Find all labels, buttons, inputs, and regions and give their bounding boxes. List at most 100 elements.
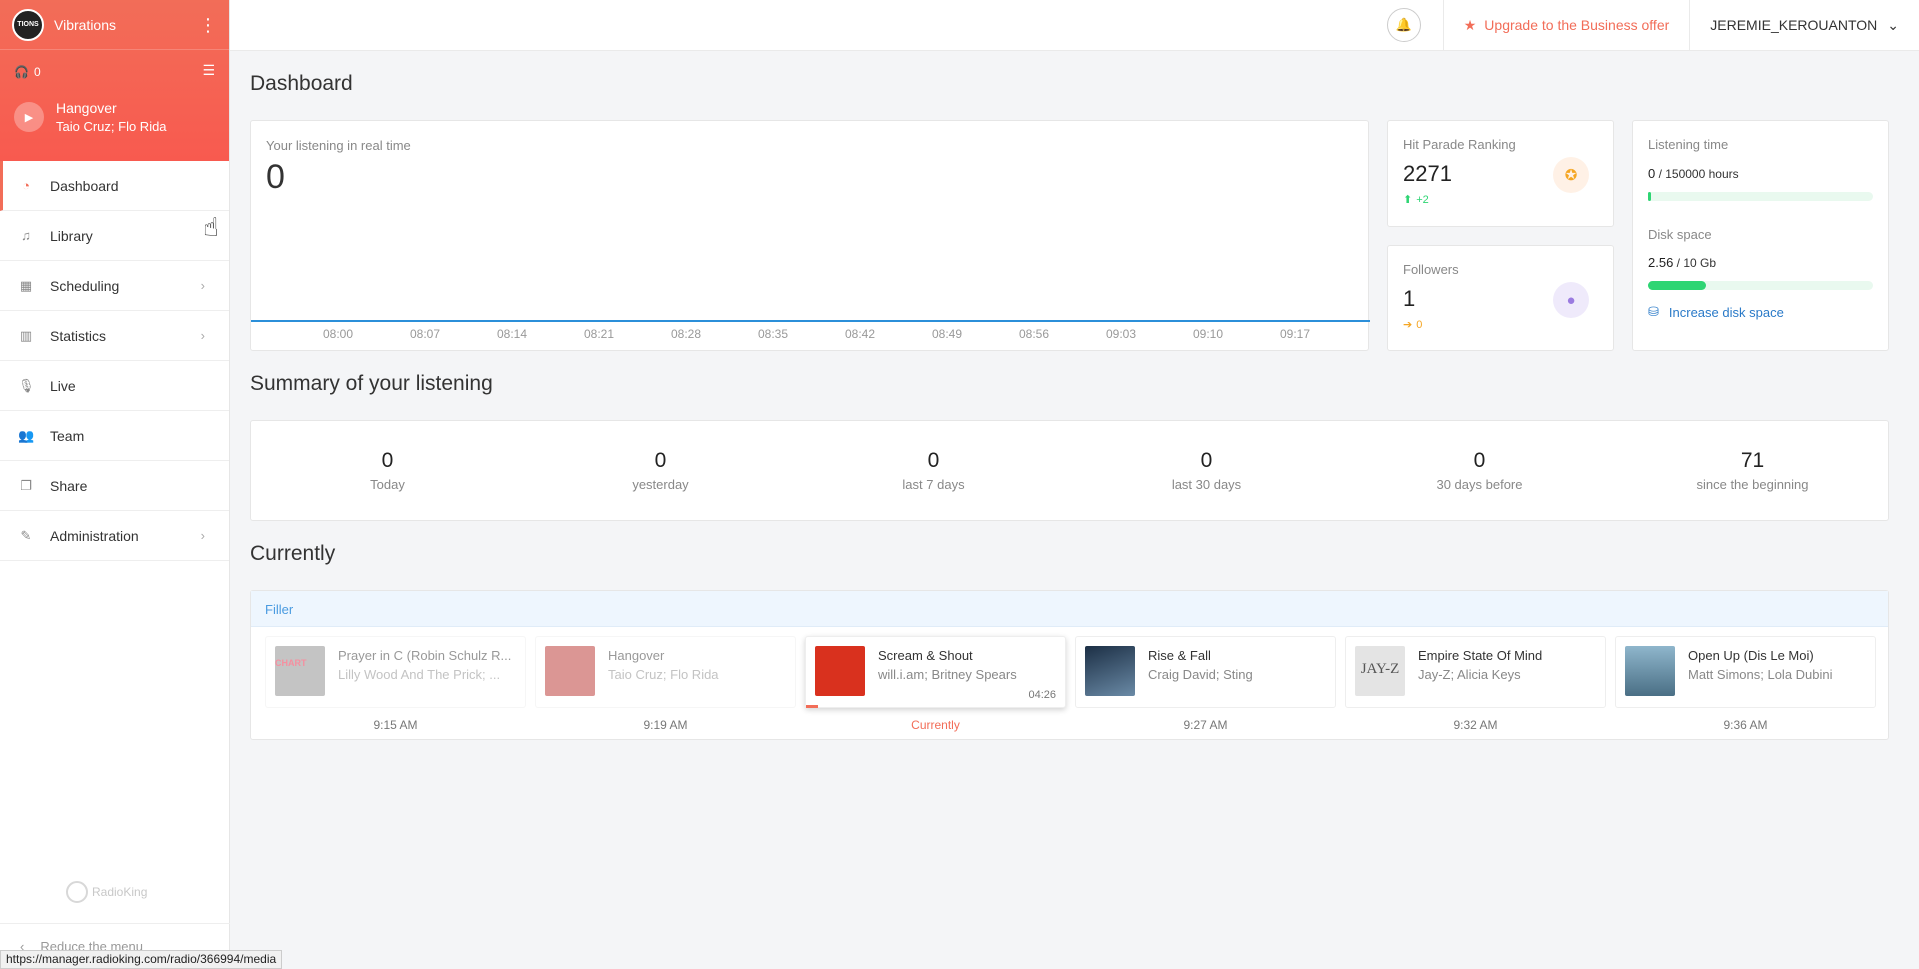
track-artist: Matt Simons; Lola Dubini (1688, 667, 1833, 682)
track-title: Prayer in C (Robin Schulz R... (338, 648, 512, 663)
track-card-current[interactable]: Scream & Shout will.i.am; Britney Spears… (805, 636, 1066, 708)
sidebar-item-share[interactable]: ❐ Share (0, 461, 229, 511)
hit-parade-delta-value: +2 (1416, 193, 1429, 206)
track-time: 9:15 AM (373, 718, 418, 732)
summary-card: 0 Today 0 yesterday 0 last 7 days 0 last… (250, 420, 1889, 521)
realtime-listening-card: Your listening in real time 0 08:00 08:07… (250, 120, 1370, 351)
user-icon: ● (1553, 282, 1589, 318)
data-point (511, 320, 513, 322)
listening-time-bar (1648, 192, 1873, 201)
calendar-icon: ▦ (19, 277, 33, 293)
summary-value: 0 (1200, 449, 1213, 472)
data-point (1294, 320, 1296, 322)
upgrade-button[interactable]: ★ Upgrade to the Business offer (1444, 17, 1690, 34)
summary-label: last 7 days (902, 477, 965, 492)
hand-cursor-icon: ☝ (203, 212, 219, 242)
x-tick-label: 08:56 (1019, 327, 1049, 341)
data-point (772, 320, 774, 322)
bell-icon[interactable]: 🔔 (1386, 8, 1421, 42)
track-card[interactable]: Hangover Taio Cruz; Flo Rida (535, 636, 796, 708)
data-point (859, 320, 861, 322)
track-title: Scream & Shout (878, 648, 973, 663)
track-card[interactable]: JAY-Z Empire State Of Mind Jay-Z; Alicia… (1345, 636, 1606, 708)
summary-since-beginning: 71 since the beginning (1616, 449, 1889, 492)
x-tick-label: 08:35 (758, 327, 788, 341)
upgrade-label: Upgrade to the Business offer (1484, 17, 1670, 33)
track-title: Empire State Of Mind (1418, 648, 1543, 663)
data-point (337, 320, 339, 322)
share-icon: ❐ (20, 477, 32, 493)
user-menu[interactable]: JEREMIE_KEROUANTON ⌄ (1690, 17, 1919, 34)
summary-label: 30 days before (1436, 477, 1523, 492)
track-card[interactable]: Rise & Fall Craig David; Sting (1075, 636, 1336, 708)
currently-title: Currently (250, 542, 336, 565)
sidebar-item-label: Statistics (50, 327, 107, 344)
sidebar-item-label: Administration (50, 527, 139, 544)
chevron-right-icon: › (200, 528, 205, 543)
data-point (1207, 320, 1209, 322)
listener-count: 🎧 0 (14, 65, 41, 79)
dashboard-icon: ◔ (22, 178, 30, 193)
users-icon: 👥 (18, 427, 35, 443)
queue-list-icon[interactable]: ☰ (202, 62, 215, 79)
status-bar-url: https://manager.radioking.com/radio/3669… (0, 950, 283, 969)
chevron-down-icon: ⌄ (1887, 16, 1899, 33)
top-bar: 🔔 ★ Upgrade to the Business offer JEREMI… (230, 0, 1919, 51)
track-card[interactable]: CHART Prayer in C (Robin Schulz R... Lil… (265, 636, 526, 708)
sidebar-item-label: Team (50, 427, 85, 444)
disk-space-bar-fill (1648, 281, 1706, 290)
chevron-right-icon: › (200, 328, 205, 343)
disk-space-bar (1648, 281, 1873, 290)
hit-parade-delta: ⬆ +2 (1403, 193, 1429, 207)
summary-value: 0 (654, 449, 667, 472)
playlist-name[interactable]: Filler (251, 591, 1888, 627)
x-tick-label: 08:49 (932, 327, 962, 341)
sidebar-item-scheduling[interactable]: ▦ Scheduling › (0, 261, 229, 311)
listening-total: / 150000 hours (1655, 167, 1739, 181)
summary-value: 71 (1740, 449, 1765, 472)
hit-parade-card: Hit Parade Ranking 2271 ⬆ +2 ✪ (1387, 120, 1614, 227)
x-tick-label: 09:17 (1280, 327, 1310, 341)
sidebar-item-label: Live (50, 377, 76, 394)
track-time: 9:36 AM (1723, 718, 1768, 732)
sidebar-item-label: Library (50, 227, 93, 244)
track-time: Currently (911, 718, 960, 732)
followers-delta: ➔ 0 (1403, 318, 1423, 332)
sidebar-header: TIONS Vibrations ⋮ 🎧 0 ☰ ▶ Hangover Taio… (0, 0, 229, 161)
sidebar-item-live[interactable]: 🎙 Live (0, 361, 229, 411)
summary-label: since the beginning (1696, 477, 1809, 492)
track-time: 9:32 AM (1453, 718, 1498, 732)
microphone-icon: 🎙 (18, 377, 35, 393)
increase-disk-space-link[interactable]: ⛁ Increase disk space (1648, 304, 1784, 320)
sidebar-item-administration[interactable]: ✎ Administration › (0, 511, 229, 561)
sidebar-item-library[interactable]: ♫ Library (0, 211, 229, 261)
sidebar-item-label: Share (50, 477, 88, 494)
track-card[interactable]: Open Up (Dis Le Moi) Matt Simons; Lola D… (1615, 636, 1876, 708)
sidebar-item-dashboard[interactable]: ◔ Dashboard (0, 161, 229, 211)
track-artist: Lilly Wood And The Prick; ... (338, 667, 501, 682)
hit-parade-title: Hit Parade Ranking (1403, 137, 1516, 152)
now-playing: ▶ Hangover Taio Cruz; Flo Rida (14, 100, 167, 134)
listening-time-title: Listening time (1648, 137, 1729, 152)
summary-label: Today (370, 477, 405, 492)
more-vertical-icon[interactable]: ⋮ (199, 16, 217, 34)
x-tick-label: 08:00 (323, 327, 353, 341)
sidebar-item-team[interactable]: 👥 Team (0, 411, 229, 461)
summary-30-days-before: 0 30 days before (1343, 449, 1616, 492)
followers-delta-value: 0 (1416, 318, 1423, 331)
play-icon[interactable]: ▶ (14, 102, 44, 132)
star-icon: ★ (1463, 16, 1477, 33)
summary-today: 0 Today (251, 449, 524, 492)
data-point (1120, 320, 1122, 322)
radio-selector[interactable]: TIONS Vibrations ⋮ (0, 0, 229, 50)
sidebar-item-statistics[interactable]: ▥ Statistics › (0, 311, 229, 361)
headphones-icon: 🎧 (14, 65, 29, 79)
track-artist: Taio Cruz; Flo Rida (608, 667, 719, 682)
arrow-right-circle-icon: ➔ (1403, 319, 1413, 331)
listener-count-value: 0 (33, 65, 41, 79)
track-time: 9:27 AM (1183, 718, 1228, 732)
x-tick-label: 08:07 (410, 327, 440, 341)
x-tick-label: 09:03 (1106, 327, 1136, 341)
followers-value: 1 (1403, 286, 1416, 311)
increase-disk-space-label: Increase disk space (1668, 304, 1784, 320)
